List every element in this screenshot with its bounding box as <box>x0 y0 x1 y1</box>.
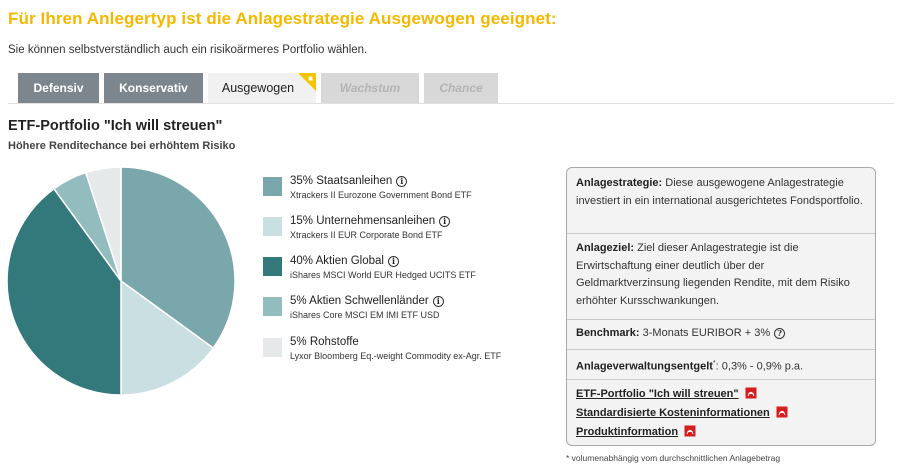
divider <box>567 379 875 380</box>
link-kosteninformationen[interactable]: Standardisierte Kosteninformationen <box>576 404 866 423</box>
legend-swatch <box>263 217 282 236</box>
legend-swatch <box>263 338 282 357</box>
info-icon[interactable]: i <box>439 216 451 227</box>
tab-label: Defensiv <box>33 81 84 95</box>
strategy-label: Anlagestrategie: <box>576 177 663 189</box>
legend-title: 35% Staatsanleihen i <box>290 175 408 187</box>
tab-label: Wachstum <box>339 81 401 95</box>
legend-fund-name: Lyxor Bloomberg Eq.-weight Commodity ex-… <box>290 351 502 361</box>
tab-divider <box>8 103 894 104</box>
legend-item-rohstoffe: 5% Rohstoffe Lyxor Bloomberg Eq.-weight … <box>263 333 553 373</box>
legend-title: 5% Aktien Schwellenländer i <box>290 295 444 307</box>
benchmark-label: Benchmark: <box>576 327 640 339</box>
tab-wachstum: Wachstum <box>321 73 419 103</box>
strategy-info-box: Anlagestrategie: Diese ausgewogene Anlag… <box>566 167 876 446</box>
portfolio-title: ETF-Portfolio "Ich will streuen" <box>8 118 223 134</box>
legend-title-text: 5% Aktien Schwellenländer <box>290 295 429 307</box>
legend-swatch <box>263 257 282 276</box>
tab-konservativ[interactable]: Konservativ <box>104 73 203 103</box>
lock-icon: ■ <box>308 74 313 83</box>
link-produktinformation[interactable]: Produktinformation <box>576 423 866 442</box>
fee-section: Anlageverwaltungsentgelt*: 0,3% - 0,9% p… <box>567 355 875 376</box>
link-text: Produktinformation <box>576 426 679 438</box>
help-icon[interactable]: ? <box>774 328 786 339</box>
allocation-pie-chart <box>7 167 235 395</box>
legend-swatch <box>263 297 282 316</box>
divider <box>567 349 875 350</box>
link-text: ETF-Portfolio "Ich will streuen" <box>576 388 739 400</box>
legend-title-text: 35% Staatsanleihen <box>290 175 393 187</box>
link-text: Standardisierte Kosteninformationen <box>576 407 770 419</box>
page-headline: Für Ihren Anlegertyp ist die Anlagestrat… <box>8 9 557 28</box>
tab-label: Chance <box>439 81 483 95</box>
tab-defensiv[interactable]: Defensiv <box>18 73 99 103</box>
link-portfolio-document[interactable]: ETF-Portfolio "Ich will streuen" <box>576 385 866 404</box>
legend-title-text: 15% Unternehmensanleihen <box>290 215 436 227</box>
legend-fund-name: iShares Core MSCI EM IMI ETF USD <box>290 310 440 320</box>
legend-fund-name: Xtrackers II EUR Corporate Bond ETF <box>290 230 443 240</box>
footnote: * volumenabhängig vom durchschnittlichen… <box>566 453 781 463</box>
pdf-icon <box>684 425 696 437</box>
goal-label: Anlageziel: <box>576 242 635 254</box>
info-icon[interactable]: i <box>432 296 444 307</box>
legend-title: 40% Aktien Global i <box>290 255 399 267</box>
document-links: ETF-Portfolio "Ich will streuen" Standar… <box>567 385 875 442</box>
benchmark-text: 3-Monats EURIBOR + 3% <box>642 327 771 339</box>
legend-item-staatsanleihen: 35% Staatsanleihen i Xtrackers II Eurozon… <box>263 172 553 212</box>
tab-chance: Chance <box>424 73 498 103</box>
tab-label: Ausgewogen <box>221 81 295 95</box>
legend-title: 5% Rohstoffe <box>290 336 359 348</box>
info-icon[interactable]: i <box>387 256 399 267</box>
legend-fund-name: Xtrackers II Eurozone Government Bond ET… <box>290 190 472 200</box>
pdf-icon <box>745 387 757 399</box>
strategy-tabs: Defensiv Konservativ Ausgewogen ■ Wachst… <box>18 73 503 103</box>
legend-swatch <box>263 177 282 196</box>
legend-item-unternehmensanleihen: 15% Unternehmensanleihen i Xtrackers II E… <box>263 212 553 252</box>
selected-corner-marker <box>298 73 316 91</box>
legend-title-text: 5% Rohstoffe <box>290 336 359 348</box>
portfolio-subtitle: Höhere Renditechance bei erhöhtem Risiko <box>8 140 236 152</box>
fee-label: Anlageverwaltungsentgelt <box>576 360 713 373</box>
info-icon[interactable]: i <box>396 176 408 187</box>
divider <box>567 319 875 320</box>
legend-item-aktien-global: 40% Aktien Global i iShares MSCI World EU… <box>263 252 553 292</box>
legend-title-text: 40% Aktien Global <box>290 255 384 267</box>
fee-text: : 0,3% - 0,9% p.a. <box>715 360 804 373</box>
legend-item-schwellenlaender: 5% Aktien Schwellenländer i iShares Core … <box>263 292 553 332</box>
legend-title: 15% Unternehmensanleihen i <box>290 215 451 227</box>
tab-ausgewogen[interactable]: Ausgewogen ■ <box>208 73 316 103</box>
page-subtitle: Sie können selbstverständlich auch ein r… <box>8 44 368 56</box>
divider <box>567 233 875 234</box>
tab-label: Konservativ <box>119 81 188 95</box>
goal-section: Anlageziel: Ziel dieser Anlagestrategie … <box>567 240 875 310</box>
benchmark-section: Benchmark: 3-Monats EURIBOR + 3%? <box>567 325 875 343</box>
strategy-section: Anlagestrategie: Diese ausgewogene Anlag… <box>567 175 875 210</box>
legend-fund-name: iShares MSCI World EUR Hedged UCITS ETF <box>290 270 476 280</box>
pdf-icon <box>776 406 788 418</box>
